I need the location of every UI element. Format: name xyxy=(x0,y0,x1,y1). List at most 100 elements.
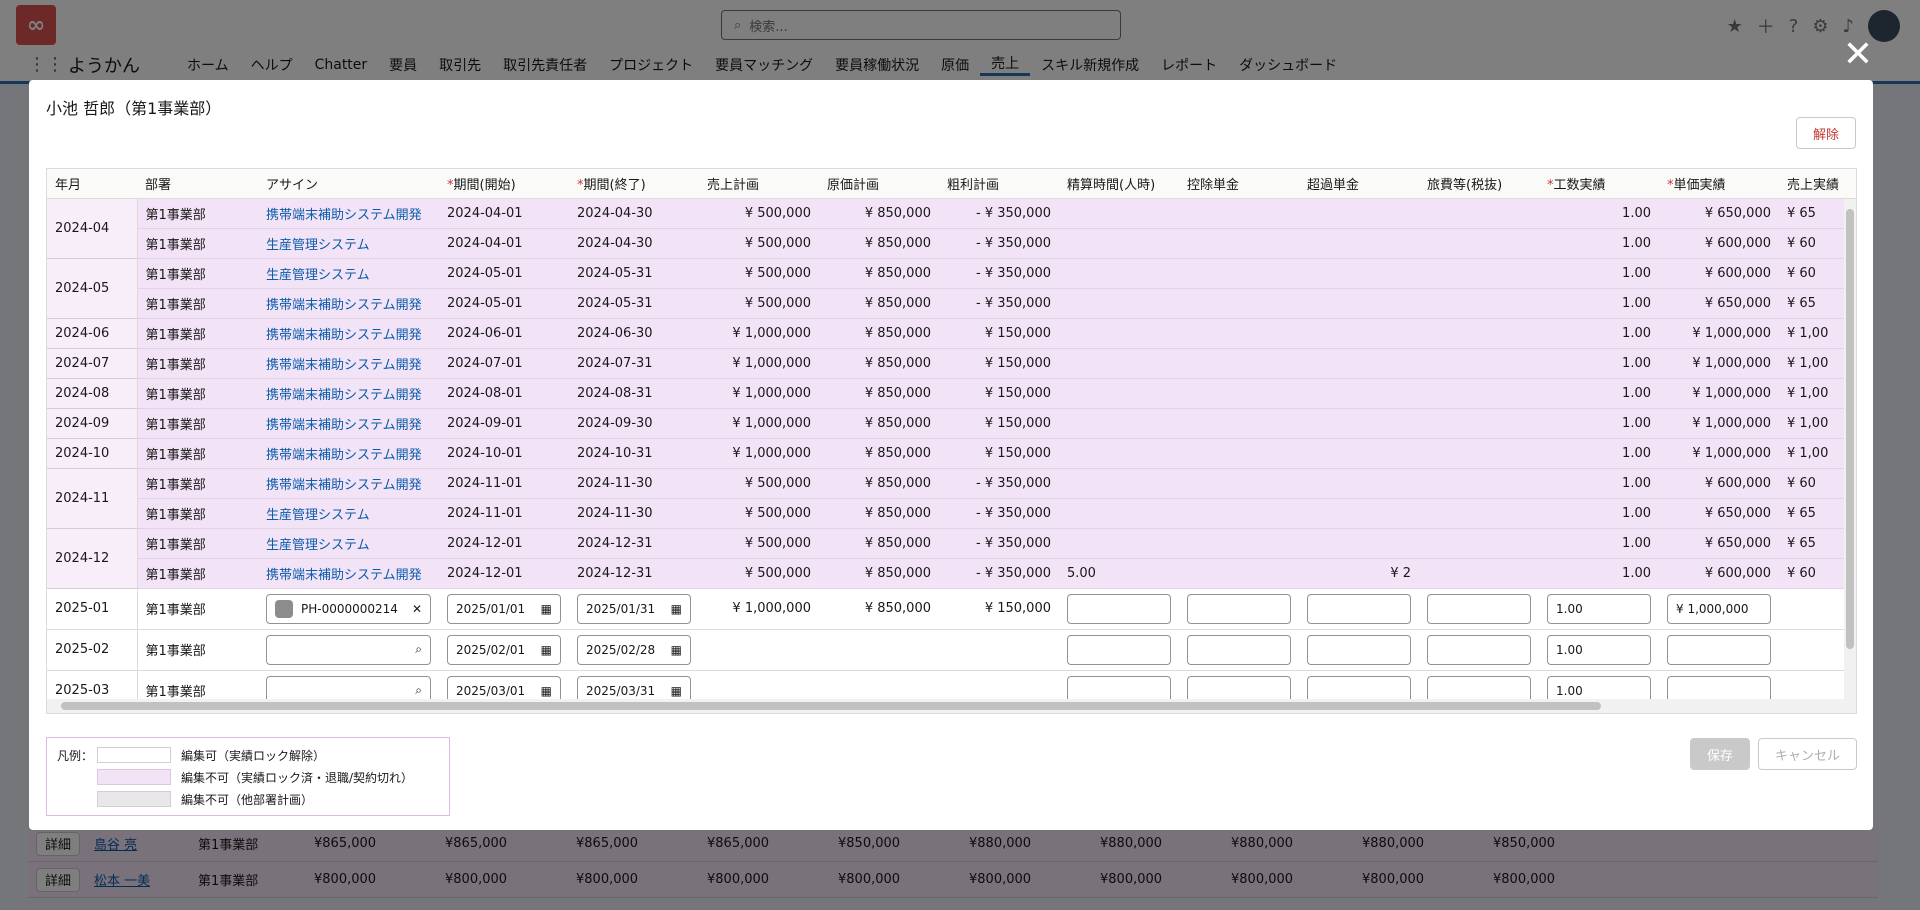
effort-cell: 1.00 xyxy=(1539,198,1659,229)
modal-title: 小池 哲郎（第1事業部） xyxy=(46,99,222,118)
calendar-icon[interactable]: ▦ xyxy=(671,643,682,657)
column-header: 原価計画 xyxy=(819,169,939,199)
table-row: 2024-07 第1事業部 携帯端末補助システム開発 2024-07-01 2024-0… xyxy=(47,348,1856,379)
month-cell: 2024-04 xyxy=(47,198,138,259)
legend-item: 凡例： 編集可（実績ロック解除） xyxy=(57,744,439,766)
column-header-label: 原価計画 xyxy=(827,177,880,193)
assign-lookup-input[interactable]: ⌕ xyxy=(266,634,431,665)
start-cell: 2024-06-01 xyxy=(439,318,569,349)
excess-cell xyxy=(1299,629,1419,671)
dept-cell: 第1事業部 xyxy=(137,258,258,289)
cancel-button[interactable]: キャンセル xyxy=(1758,738,1857,770)
table-row: 2025-01 第1事業部 PH-0000000214 ✕ 2025/01/01 ▦ 202… xyxy=(47,588,1856,630)
hours-cell xyxy=(1059,438,1179,469)
travel-cell xyxy=(1419,198,1539,229)
assign-cell[interactable]: 生産管理システム xyxy=(258,258,439,289)
assign-cell[interactable]: 携帯端末補助システム開発 xyxy=(258,438,439,469)
hours-cell xyxy=(1059,228,1179,259)
excess-cell xyxy=(1299,378,1419,409)
record-icon xyxy=(275,599,293,618)
travel-cell xyxy=(1419,558,1539,589)
calendar-icon[interactable]: ▦ xyxy=(541,684,552,698)
legend-swatch xyxy=(97,747,171,763)
column-header-label: 単価実績 xyxy=(1673,177,1726,193)
dept-cell: 第1事業部 xyxy=(137,408,258,439)
assign-cell[interactable]: 携帯端末補助システム開発 xyxy=(258,318,439,349)
effort-input[interactable]: 1.00 xyxy=(1547,593,1651,624)
travel-cell xyxy=(1419,498,1539,529)
deduct-input[interactable] xyxy=(1187,634,1291,665)
effort-cell: 1.00 xyxy=(1539,378,1659,409)
hours-cell xyxy=(1059,408,1179,439)
legend-swatch xyxy=(97,791,171,807)
dept-cell: 第1事業部 xyxy=(137,348,258,379)
assign-cell[interactable]: 携帯端末補助システム開発 xyxy=(258,378,439,409)
assign-cell[interactable]: 携帯端末補助システム開発 xyxy=(258,558,439,589)
clear-icon[interactable]: ✕ xyxy=(412,602,422,616)
legend-swatch xyxy=(97,769,171,785)
travel-cell xyxy=(1419,318,1539,349)
column-header: 年月 xyxy=(47,169,137,199)
search-icon[interactable]: ⌕ xyxy=(415,642,422,657)
sales-cell: ¥ 500,000 xyxy=(699,228,819,259)
column-header: 売上実績 xyxy=(1779,169,1856,199)
calendar-icon[interactable]: ▦ xyxy=(671,684,682,698)
effort-cell: 1.00 xyxy=(1539,588,1659,630)
column-header-label: 部署 xyxy=(145,177,172,193)
assign-lookup-input[interactable]: PH-0000000214 ✕ xyxy=(266,593,431,624)
calendar-icon[interactable]: ▦ xyxy=(541,643,552,657)
close-icon[interactable]: ✕ xyxy=(1842,37,1874,73)
assign-cell[interactable]: 生産管理システム xyxy=(258,528,439,559)
unit-input[interactable]: ¥ 1,000,000 xyxy=(1667,593,1771,624)
travel-input[interactable] xyxy=(1427,593,1531,624)
release-button[interactable]: 解除 xyxy=(1796,117,1856,149)
hours-input[interactable] xyxy=(1067,634,1171,665)
travel-input[interactable] xyxy=(1427,634,1531,665)
profit-cell: - ¥ 350,000 xyxy=(939,498,1059,529)
effort-cell: 1.00 xyxy=(1539,498,1659,529)
deduct-cell xyxy=(1179,629,1299,671)
unit-cell: ¥ 1,000,000 xyxy=(1659,438,1779,469)
effort-value: 1.00 xyxy=(1556,642,1583,657)
excess-input[interactable] xyxy=(1307,593,1411,624)
unit-input[interactable] xyxy=(1667,634,1771,665)
start-date-input[interactable]: 2025/02/01 ▦ xyxy=(447,634,561,665)
calendar-icon[interactable]: ▦ xyxy=(671,602,682,616)
legend: 凡例： 編集可（実績ロック解除） 編集不可（実績ロック済・退職/契約切れ） 編集不可（… xyxy=(46,737,450,816)
hours-input[interactable] xyxy=(1067,593,1171,624)
vertical-scrollbar[interactable] xyxy=(1844,199,1856,699)
month-cell: 2024-05 xyxy=(47,258,138,319)
assign-cell[interactable]: 生産管理システム xyxy=(258,228,439,259)
excess-input[interactable] xyxy=(1307,634,1411,665)
start-cell: 2024-05-01 xyxy=(439,258,569,289)
dept-cell: 第1事業部 xyxy=(137,588,258,630)
column-header-label: 控除単金 xyxy=(1187,177,1240,193)
save-button[interactable]: 保存 xyxy=(1690,738,1750,770)
deduct-input[interactable] xyxy=(1187,593,1291,624)
column-header: *工数実績 xyxy=(1539,169,1659,199)
month-cell: 2024-11 xyxy=(47,468,138,529)
end-cell: 2024-10-31 xyxy=(569,438,699,469)
assign-cell[interactable]: 携帯端末補助システム開発 xyxy=(258,408,439,439)
effort-input[interactable]: 1.00 xyxy=(1547,634,1651,665)
assign-cell[interactable]: 生産管理システム xyxy=(258,498,439,529)
cost-cell: ¥ 850,000 xyxy=(819,438,939,469)
assign-cell[interactable]: 携帯端末補助システム開発 xyxy=(258,468,439,499)
effort-value: 1.00 xyxy=(1556,683,1583,698)
search-icon[interactable]: ⌕ xyxy=(415,683,422,698)
unit-value: ¥ 1,000,000 xyxy=(1676,601,1749,616)
start-date-input[interactable]: 2025/01/01 ▦ xyxy=(447,593,561,624)
end-date-input[interactable]: 2025/02/28 ▦ xyxy=(577,634,691,665)
end-date-input[interactable]: 2025/01/31 ▦ xyxy=(577,593,691,624)
horizontal-scrollbar[interactable] xyxy=(47,699,1856,713)
profit-cell xyxy=(939,629,1059,671)
deduct-cell xyxy=(1179,528,1299,559)
effort-cell: 1.00 xyxy=(1539,468,1659,499)
assign-cell[interactable]: 携帯端末補助システム開発 xyxy=(258,348,439,379)
assign-cell[interactable]: 携帯端末補助システム開発 xyxy=(258,288,439,319)
assign-cell: ⌕ xyxy=(258,629,439,671)
calendar-icon[interactable]: ▦ xyxy=(541,602,552,616)
table-row: 2025-02 第1事業部 ⌕ 2025/02/01 ▦ 2025/02/28 ▦ 1.00 xyxy=(47,629,1856,671)
assign-cell[interactable]: 携帯端末補助システム開発 xyxy=(258,198,439,229)
sales-edit-modal: 小池 哲郎（第1事業部） 解除 年月 部署 アサイン *期間(開始) *期間(終了) 売上… xyxy=(29,80,1873,830)
